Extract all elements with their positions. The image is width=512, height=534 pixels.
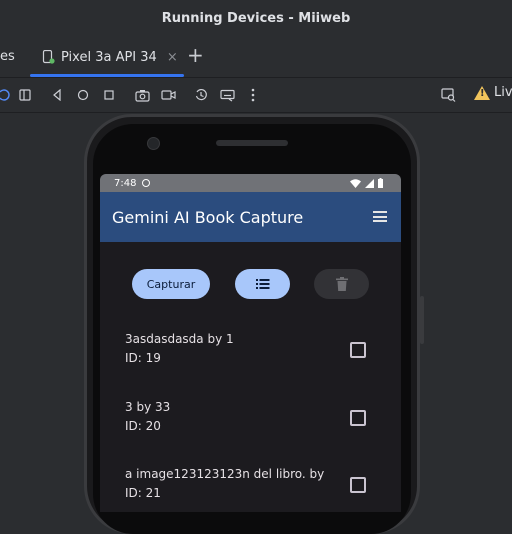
tab-pixel-3a[interactable]: Pixel 3a API 34 × [30,37,184,77]
overview-icon[interactable] [100,86,118,104]
item-title: 3asdasdasda by 1 [125,332,234,346]
list-button[interactable] [235,269,290,299]
item-checkbox[interactable] [350,410,366,426]
menu-icon[interactable] [373,211,387,222]
phone-side-button [420,296,424,344]
window-title: Running Devices - Miiweb [161,11,351,26]
device-screen[interactable]: 7:48 Gemini AI Book Capture Capturar 3as… [100,174,401,512]
front-camera [147,137,160,150]
signal-icon [365,178,374,188]
battery-icon [378,178,383,188]
tab-close-icon[interactable]: × [167,50,178,65]
list-icon [255,279,269,289]
back-icon[interactable] [48,86,66,104]
item-title: a image123123123n del libro. by [125,467,325,481]
rotate-icon[interactable] [0,86,13,104]
list-item[interactable]: a image123123123n del libro. by ID: 21 [125,467,375,500]
fold-icon[interactable] [16,86,34,104]
keyboard-icon[interactable] [218,86,236,104]
app-bar: Gemini AI Book Capture [100,192,401,242]
live-label: Live [494,85,512,100]
live-status[interactable]: Live [474,85,512,100]
wifi-icon [350,178,361,188]
item-id: ID: 20 [125,419,161,433]
trash-icon [335,277,348,291]
app-title: Gemini AI Book Capture [112,207,304,227]
device-icon [42,50,55,64]
delete-button[interactable] [314,269,369,299]
device-toolbar: Live [0,78,512,113]
status-icons [350,178,383,188]
item-checkbox[interactable] [350,342,366,358]
restore-icon[interactable] [192,86,210,104]
list-item[interactable]: 3 by 33 ID: 20 [125,400,375,433]
screen-record-icon[interactable] [159,86,177,104]
more-icon[interactable] [244,86,262,104]
item-title: 3 by 33 [125,400,171,414]
tab-previous-partial[interactable]: es [0,49,15,64]
status-time: 7:48 [114,177,137,189]
phone-speaker [216,140,288,146]
item-id: ID: 19 [125,351,161,365]
window-titlebar: Running Devices - Miiweb [0,0,512,37]
list-item[interactable]: 3asdasdasda by 1 ID: 19 [125,332,375,365]
capture-button[interactable]: Capturar [132,269,210,299]
home-icon[interactable] [74,86,92,104]
add-tab-icon[interactable]: + [187,43,204,67]
tab-bar: es Pixel 3a API 34 × + [0,37,512,78]
screenshot-icon[interactable] [133,86,151,104]
tab-label: Pixel 3a API 34 [61,49,157,65]
tab-active-indicator [30,74,184,77]
sync-icon [142,179,151,187]
android-status-bar: 7:48 [100,174,401,192]
warning-icon [474,85,490,100]
item-id: ID: 21 [125,486,161,500]
device-mirror-icon[interactable] [439,86,457,104]
item-checkbox[interactable] [350,477,366,493]
